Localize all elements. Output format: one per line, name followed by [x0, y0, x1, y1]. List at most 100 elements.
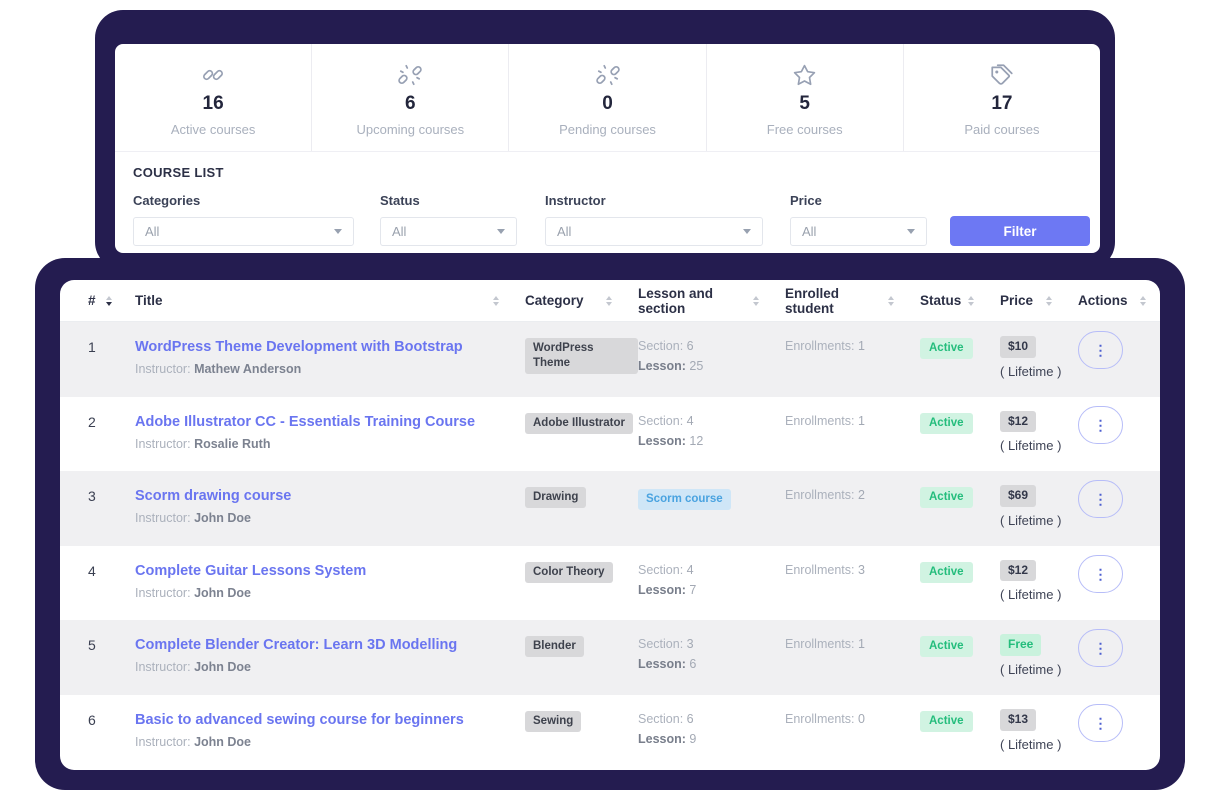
selected-value: All: [557, 224, 571, 239]
enrollment-count: 0: [858, 712, 865, 726]
stat-upcoming-courses: 6 Upcoming courses: [312, 44, 509, 151]
lesson-count: 7: [689, 583, 696, 597]
row-index: 4: [88, 546, 135, 579]
price-cell: $10 ( Lifetime ): [1000, 322, 1078, 379]
filter-label: Price: [790, 193, 927, 208]
chevron-down-icon: [743, 229, 751, 234]
column-header-enrolled-student[interactable]: Enrolled student: [785, 286, 920, 316]
row-index: 1: [88, 322, 135, 355]
price-badge: Free: [1000, 634, 1041, 656]
lesson-section-cell: Section: 3 Lesson: 6: [638, 620, 785, 677]
price-note: ( Lifetime ): [1000, 364, 1078, 379]
price-note: ( Lifetime ): [1000, 662, 1078, 677]
stat-label: Paid courses: [964, 122, 1039, 137]
lesson-section-cell: Section: 6 Lesson: 25: [638, 322, 785, 379]
course-title-link[interactable]: Complete Guitar Lessons System: [135, 563, 366, 579]
row-index: 3: [88, 471, 135, 504]
section-count: 6: [687, 339, 694, 353]
category-badge: Drawing: [525, 487, 586, 508]
enrollment-count: 3: [858, 563, 865, 577]
row-actions-button[interactable]: ⋮: [1078, 555, 1123, 593]
column-header-status[interactable]: Status: [920, 293, 1000, 308]
enrollments-cell: Enrollments: 2: [785, 471, 920, 502]
price-cell: $12 ( Lifetime ): [1000, 546, 1078, 603]
instructor-name: Rosalie Ruth: [194, 437, 270, 451]
column-header-index[interactable]: #: [88, 293, 135, 308]
status-cell: Active: [920, 322, 1000, 359]
kebab-menu-icon: ⋮: [1094, 418, 1108, 432]
kebab-menu-icon: ⋮: [1094, 343, 1108, 357]
filter-button[interactable]: Filter: [950, 216, 1090, 246]
price-badge: $13: [1000, 709, 1036, 731]
instructor-line: Instructor: John Doe: [135, 511, 525, 525]
price-note: ( Lifetime ): [1000, 737, 1078, 752]
table-row: 4 Complete Guitar Lessons System Instruc…: [60, 546, 1160, 621]
column-header-price[interactable]: Price: [1000, 293, 1078, 308]
lesson-count: 9: [689, 732, 696, 746]
table-row: 1 WordPress Theme Development with Boots…: [60, 322, 1160, 397]
sort-icon: [753, 296, 759, 306]
enrollment-count: 1: [858, 414, 865, 428]
course-title-link[interactable]: Adobe Illustrator CC - Essentials Traini…: [135, 414, 475, 430]
title-cell: Adobe Illustrator CC - Essentials Traini…: [135, 397, 525, 451]
star-icon: [792, 62, 817, 88]
course-title-link[interactable]: Basic to advanced sewing course for begi…: [135, 712, 464, 728]
column-header-category[interactable]: Category: [525, 293, 638, 308]
stat-pending-courses: 0 Pending courses: [509, 44, 706, 151]
link-icon: [200, 62, 226, 88]
row-actions-button[interactable]: ⋮: [1078, 331, 1123, 369]
actions-cell: ⋮: [1078, 546, 1160, 593]
price-badge: $10: [1000, 336, 1036, 358]
filter-label: Status: [380, 193, 517, 208]
categories-select[interactable]: All: [133, 217, 354, 246]
row-actions-button[interactable]: ⋮: [1078, 704, 1123, 742]
enrollments-cell: Enrollments: 3: [785, 546, 920, 577]
column-header-actions[interactable]: Actions: [1078, 293, 1160, 308]
lesson-count: 12: [689, 434, 703, 448]
table-row: 6 Basic to advanced sewing course for be…: [60, 695, 1160, 770]
selected-value: All: [145, 224, 159, 239]
status-cell: Active: [920, 397, 1000, 434]
instructor-line: Instructor: John Doe: [135, 586, 525, 600]
row-actions-button[interactable]: ⋮: [1078, 629, 1123, 667]
category-cell: Drawing: [525, 471, 638, 508]
enrollments-cell: Enrollments: 1: [785, 322, 920, 353]
price-select[interactable]: All: [790, 217, 927, 246]
instructor-line: Instructor: John Doe: [135, 735, 525, 749]
section-count: 4: [687, 414, 694, 428]
instructor-select[interactable]: All: [545, 217, 763, 246]
course-title-link[interactable]: WordPress Theme Development with Bootstr…: [135, 339, 463, 355]
kebab-menu-icon: ⋮: [1094, 641, 1108, 655]
stat-free-courses: 5 Free courses: [707, 44, 904, 151]
category-badge: Sewing: [525, 711, 581, 732]
section-count: 4: [687, 563, 694, 577]
sort-icon: [106, 296, 112, 306]
lesson-section-cell: Section: 6 Lesson: 9: [638, 695, 785, 752]
row-index: 6: [88, 695, 135, 728]
row-index: 5: [88, 620, 135, 653]
status-badge: Active: [920, 711, 973, 732]
course-title-link[interactable]: Scorm drawing course: [135, 488, 291, 504]
selected-value: All: [392, 224, 406, 239]
title-cell: WordPress Theme Development with Bootstr…: [135, 322, 525, 376]
tags-icon: [989, 62, 1015, 88]
column-header-title[interactable]: Title: [135, 293, 525, 308]
category-badge: WordPress Theme: [525, 338, 638, 374]
category-cell: Sewing: [525, 695, 638, 732]
lesson-section-cell: Scorm course: [638, 471, 785, 510]
category-badge: Adobe Illustrator: [525, 413, 633, 434]
price-note: ( Lifetime ): [1000, 438, 1078, 453]
column-header-lesson-section[interactable]: Lesson and section: [638, 286, 785, 316]
stats-row: 16 Active courses 6 Upcoming courses: [115, 44, 1100, 152]
price-cell: $12 ( Lifetime ): [1000, 397, 1078, 454]
row-actions-button[interactable]: ⋮: [1078, 406, 1123, 444]
course-title-link[interactable]: Complete Blender Creator: Learn 3D Model…: [135, 637, 457, 653]
status-select[interactable]: All: [380, 217, 517, 246]
actions-cell: ⋮: [1078, 322, 1160, 369]
stat-label: Active courses: [171, 122, 256, 137]
row-actions-button[interactable]: ⋮: [1078, 480, 1123, 518]
stat-value: 16: [203, 93, 224, 115]
stat-value: 5: [799, 93, 810, 115]
sort-icon: [1140, 296, 1146, 306]
stat-value: 0: [602, 93, 613, 115]
